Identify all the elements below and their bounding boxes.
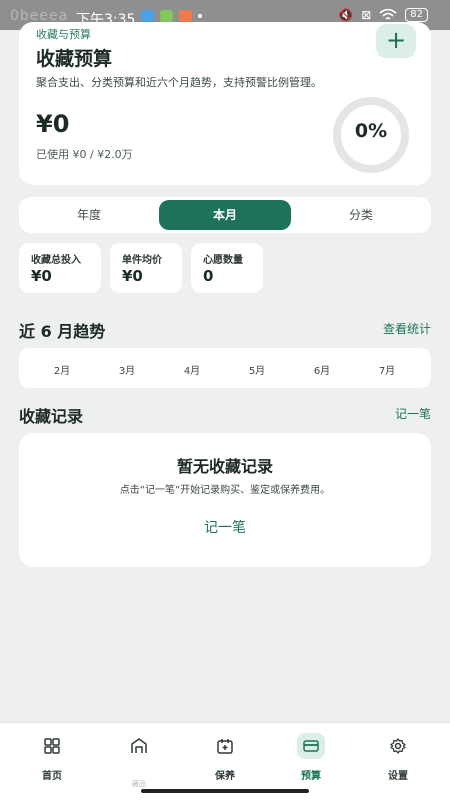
month-label: 4月: [183, 366, 201, 377]
page-title: 收藏预算: [36, 48, 113, 70]
trend-months-strip: 2月 3月 4月 5月 6月 7月: [19, 348, 431, 388]
grid-icon: [38, 733, 66, 759]
nav-item-settings[interactable]: 设置: [353, 733, 443, 789]
building-icon: [125, 733, 153, 759]
card-icon: [297, 733, 325, 759]
home-indicator[interactable]: [141, 789, 309, 793]
tab-month[interactable]: 本月: [159, 200, 291, 230]
add-budget-button[interactable]: +: [376, 24, 416, 58]
view-statistics-link[interactable]: 查看统计: [383, 320, 431, 337]
empty-records-card: 暂无收藏记录 点击“记一笔”开始记录购买、鉴定或保养费用。 记一笔: [19, 433, 431, 567]
app-notification-icon: [141, 10, 154, 22]
wifi-icon: [379, 9, 397, 20]
budget-summary-card: 收藏与预算 收藏预算 聚合支出、分类预算和近六个月趋势，支持预警比例管理。 ¥0…: [19, 22, 431, 185]
stat-average-price: 单件均价 ¥0: [110, 243, 182, 293]
nav-item-maintenance[interactable]: 保养: [180, 733, 270, 789]
sim-icon: ⊠: [361, 8, 372, 22]
download-notification-icon: [160, 10, 173, 22]
nav-label: 预算: [301, 771, 321, 782]
month-label: 3月: [118, 366, 136, 377]
empty-description: 点击“记一笔”开始记录购买、鉴定或保养费用。: [119, 485, 331, 496]
nav-ghost-label: 藏品: [132, 780, 146, 788]
records-section-title: 收藏记录: [19, 407, 84, 426]
empty-title: 暂无收藏记录: [176, 457, 273, 476]
dot-icon: [198, 14, 202, 18]
add-record-button[interactable]: 记一笔: [19, 517, 431, 537]
month-label: 7月: [378, 366, 396, 377]
nav-item-budget[interactable]: 预算: [266, 733, 356, 789]
tab-year[interactable]: 年度: [23, 200, 155, 230]
month-label: 5月: [248, 366, 266, 377]
month-label: 2月: [53, 366, 71, 377]
bottom-navigation: 首页 藏品 保养 预算 设置: [0, 722, 450, 800]
stat-value: ¥0: [31, 267, 52, 285]
stat-wishlist-count: 心愿数量 0: [191, 243, 263, 293]
calendar-icon: [211, 733, 239, 759]
stat-label: 心愿数量: [203, 255, 243, 266]
budget-used-text: 已使用 ¥0 / ¥2.0万: [36, 148, 133, 161]
month-label: 6月: [313, 366, 331, 377]
gear-icon: [384, 733, 412, 759]
add-record-link[interactable]: 记一笔: [395, 405, 431, 422]
hero-description: 聚合支出、分类预算和近六个月趋势，支持预警比例管理。: [36, 76, 322, 89]
nav-label: 保养: [215, 771, 235, 782]
battery-indicator: 82: [405, 8, 428, 22]
nav-label: 首页: [42, 771, 62, 782]
stat-value: 0: [203, 267, 214, 285]
hero-kicker: 收藏与预算: [36, 28, 91, 41]
shop-notification-icon: [179, 10, 192, 22]
stat-label: 单件均价: [122, 255, 162, 266]
trend-section-title: 近 6 月趋势: [19, 322, 106, 341]
tab-category[interactable]: 分类: [295, 200, 427, 230]
stat-label: 收藏总投入: [31, 255, 81, 266]
system-icons: 🔇 ⊠ 82: [338, 8, 428, 22]
stat-total-investment: 收藏总投入 ¥0: [19, 243, 101, 293]
stat-value: ¥0: [122, 267, 143, 285]
mute-icon: 🔇: [338, 8, 354, 22]
nav-label: 设置: [388, 771, 408, 782]
nav-item-collection[interactable]: 藏品: [94, 733, 184, 789]
budget-progress-ring: 0%: [324, 96, 418, 174]
budget-percent-label: 0%: [354, 120, 388, 142]
budget-amount: ¥0: [36, 110, 70, 138]
notification-icons: [141, 10, 202, 22]
nav-item-home[interactable]: 首页: [7, 733, 97, 789]
period-tabs: 年度 本月 分类: [19, 197, 431, 233]
